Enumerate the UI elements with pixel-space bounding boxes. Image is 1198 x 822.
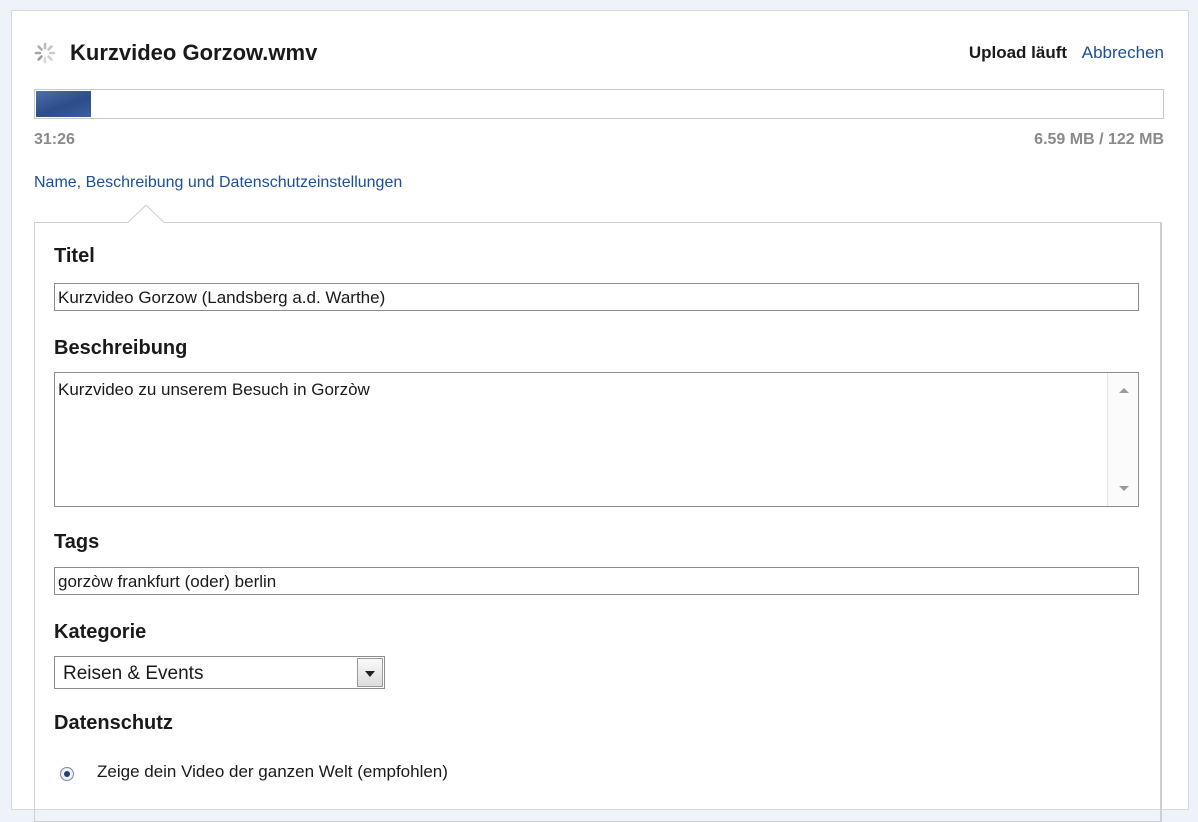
details-form: [34, 222, 1162, 822]
cancel-upload-link[interactable]: Abbrechen: [1082, 43, 1164, 62]
description-textarea[interactable]: Kurzvideo zu unserem Besuch in Gorzòw: [54, 372, 1139, 507]
dropdown-button[interactable]: [357, 658, 383, 687]
elapsed-time: 31:26: [34, 131, 75, 148]
category-label: Kategorie: [54, 621, 147, 643]
upload-file-title: Kurzvideo Gorzow.wmv: [70, 40, 318, 65]
privacy-label: Datenschutz: [54, 712, 173, 734]
scroll-up-icon[interactable]: [1119, 388, 1129, 393]
loading-spinner-icon: [34, 42, 56, 64]
tags-label: Tags: [54, 531, 100, 553]
privacy-public-label[interactable]: Zeige dein Video der ganzen Welt (empfoh…: [97, 762, 448, 782]
title-label: Titel: [54, 245, 95, 267]
chevron-down-icon: [365, 671, 375, 677]
description-scrollbar[interactable]: [1107, 373, 1138, 506]
upload-status-text: Upload läuft: [968, 43, 1068, 62]
details-section-link[interactable]: Name, Beschreibung und Datenschutzeinste…: [34, 174, 402, 192]
upload-status-bar: Upload läuft Abbrechen: [969, 43, 1164, 63]
section-pointer-notch: [128, 204, 164, 223]
scroll-down-icon[interactable]: [1119, 486, 1129, 491]
title-input[interactable]: Kurzvideo Gorzow (Landsberg a.d. Warthe): [54, 283, 1139, 311]
description-text: Kurzvideo zu unserem Besuch in Gorzòw: [58, 380, 370, 399]
tags-input[interactable]: gorzòw frankfurt (oder) berlin: [54, 567, 1139, 595]
upload-progress-bar: [34, 89, 1164, 119]
privacy-public-radio[interactable]: [60, 767, 74, 781]
category-select[interactable]: Reisen & Events: [54, 656, 385, 689]
upload-size: 6.59 MB / 122 MB: [1034, 131, 1164, 148]
radio-selected-dot: [64, 771, 70, 777]
category-selected-value: Reisen & Events: [63, 663, 204, 684]
description-label: Beschreibung: [54, 337, 188, 359]
upload-progress-fill: [36, 91, 92, 117]
